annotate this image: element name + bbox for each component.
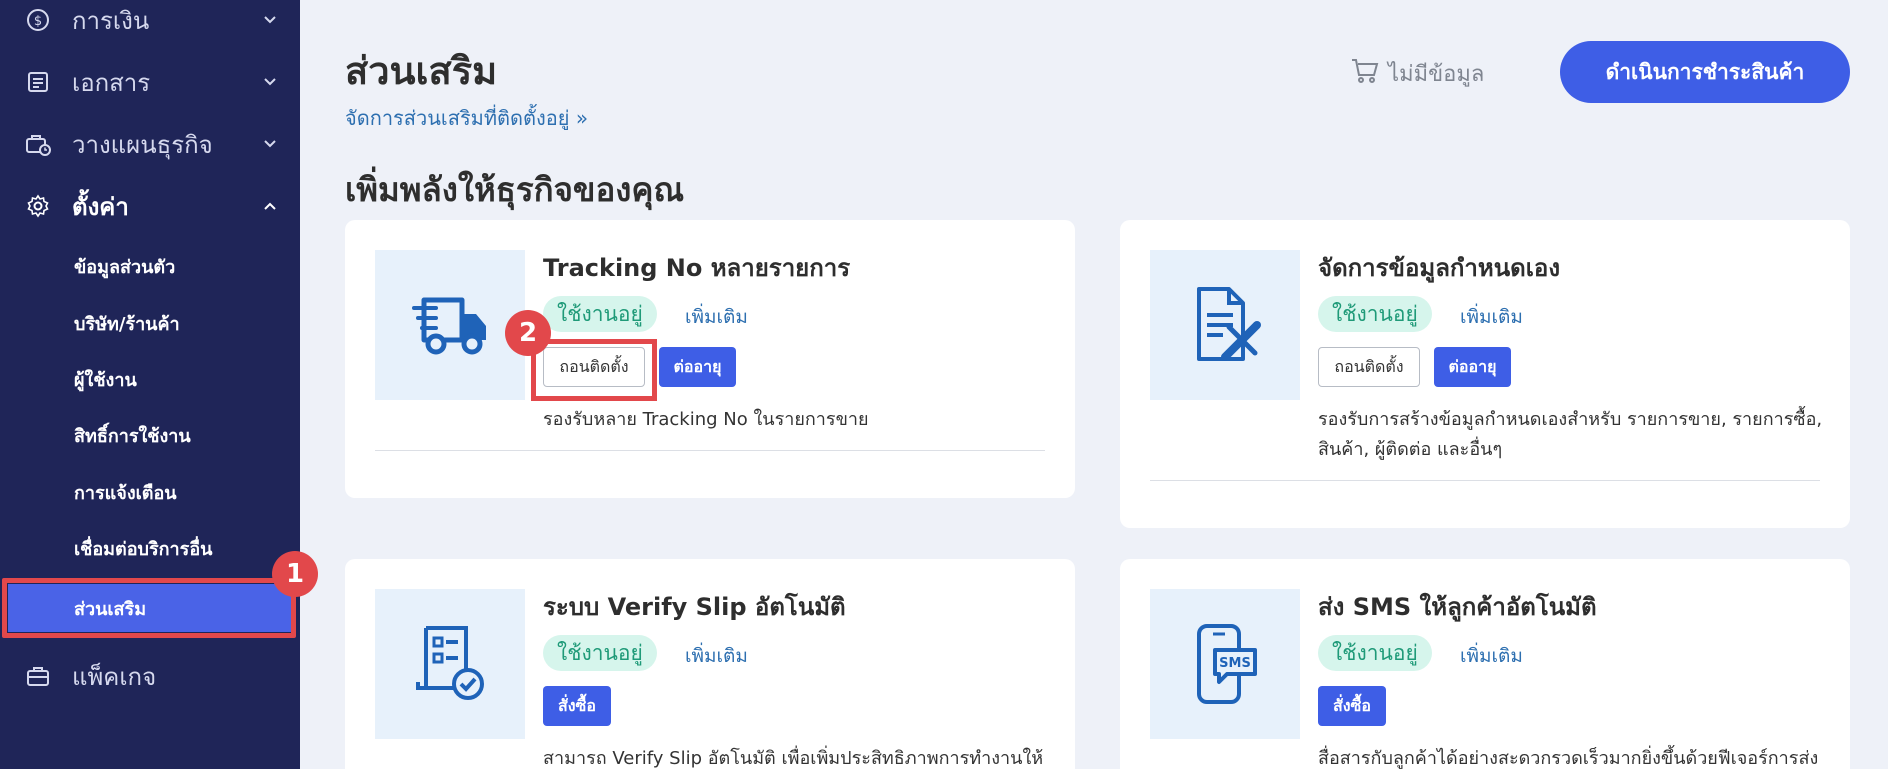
addon-title: Tracking No หลายรายการ — [543, 254, 851, 282]
truck-icon — [375, 250, 525, 400]
status-badge: ใช้งานอยู่ — [1318, 635, 1432, 671]
chevron-down-icon — [262, 74, 278, 90]
gear-icon — [24, 192, 52, 220]
cart[interactable]: ไม่มีข้อมูล — [1350, 56, 1484, 91]
more-link[interactable]: เพิ่มเติม — [685, 302, 748, 332]
order-button[interactable]: สั่งซื้อ — [1318, 686, 1386, 726]
nav-business-planning-label: วางแผนธุรกิจ — [72, 130, 213, 159]
more-link[interactable]: เพิ่มเติม — [1460, 302, 1523, 332]
addon-description: สามารถ Verify Slip อัตโนมัติ เพื่อเพิ่มป… — [543, 748, 1044, 769]
more-link[interactable]: เพิ่มเติม — [1460, 641, 1523, 671]
chevron-down-icon — [262, 12, 278, 28]
sidebar-item-users[interactable]: ผู้ใช้งาน — [0, 357, 300, 401]
divider — [1150, 480, 1820, 481]
nav-finance[interactable]: $ การเงิน — [0, 0, 300, 40]
addon-card-custom-data: จัดการข้อมูลกำหนดเอง ใช้งานอยู่ เพิ่มเติ… — [1120, 220, 1850, 528]
addon-card-sms: SMS ส่ง SMS ให้ลูกค้าอัตโนมัติ ใช้งานอยู… — [1120, 559, 1850, 769]
svg-text:SMS: SMS — [1219, 656, 1251, 671]
nav-finance-label: การเงิน — [72, 6, 150, 35]
checkout-button[interactable]: ดำเนินการชำระสินค้า — [1560, 41, 1850, 103]
nav-documents-label: เอกสาร — [72, 68, 151, 97]
receipt-check-icon — [375, 589, 525, 739]
renew-button[interactable]: ต่ออายุ — [1434, 347, 1511, 387]
addon-description: รองรับการสร้างข้อมูลกำหนดเองสำหรับ รายกา… — [1318, 409, 1823, 460]
phone-sms-icon: SMS — [1150, 589, 1300, 739]
sidebar-item-label: ผู้ใช้งาน — [74, 369, 137, 391]
sidebar-item-notifications[interactable]: การแจ้งเตือน — [0, 470, 300, 514]
nav-settings-label: ตั้งค่า — [72, 192, 129, 221]
sidebar-item-profile[interactable]: ข้อมูลส่วนตัว — [0, 244, 300, 288]
status-badge: ใช้งานอยู่ — [1318, 296, 1432, 332]
cart-label: ไม่มีข้อมูล — [1388, 62, 1485, 87]
document-edit-icon — [1150, 250, 1300, 400]
addon-card-tracking: Tracking No หลายรายการ ใช้งานอยู่ เพิ่มเ… — [345, 220, 1075, 498]
sidebar-item-permissions[interactable]: สิทธิ์การใช้งาน — [0, 413, 300, 457]
uninstall-button[interactable]: ถอนติดตั้ง — [1318, 347, 1420, 387]
addon-card-verify-slip: ระบบ Verify Slip อัตโนมัติ ใช้งานอยู่ เพ… — [345, 559, 1075, 769]
section-title: เพิ่มพลังให้ธุรกิจของคุณ — [345, 170, 685, 209]
status-badge: ใช้งานอยู่ — [543, 635, 657, 671]
sidebar-item-company[interactable]: บริษัท/ร้านค้า — [0, 301, 300, 345]
nav-package[interactable]: แพ็คเกจ — [0, 656, 300, 696]
briefcase-clock-icon — [24, 130, 52, 158]
nav-package-label: แพ็คเกจ — [72, 662, 157, 691]
highlight-outline-uninstall — [531, 339, 657, 401]
highlight-outline-addons — [2, 578, 296, 638]
chevron-down-icon — [262, 136, 278, 152]
svg-text:$: $ — [34, 14, 42, 29]
nav-documents[interactable]: เอกสาร — [0, 62, 300, 102]
chevron-up-icon — [262, 198, 278, 214]
renew-button[interactable]: ต่ออายุ — [659, 347, 736, 387]
nav-business-planning[interactable]: วางแผนธุรกิจ — [0, 124, 300, 164]
order-button[interactable]: สั่งซื้อ — [543, 686, 611, 726]
more-link[interactable]: เพิ่มเติม — [685, 641, 748, 671]
cart-icon — [1350, 57, 1380, 91]
document-icon — [24, 68, 52, 96]
sidebar-item-label: สิทธิ์การใช้งาน — [74, 425, 191, 447]
sidebar: $ การเงิน เอกสาร วางแผนธุรกิจ ตั้งค่า ข้… — [0, 0, 300, 769]
briefcase-icon — [24, 662, 52, 690]
addon-title: ระบบ Verify Slip อัตโนมัติ — [543, 593, 846, 621]
sidebar-item-label: บริษัท/ร้านค้า — [74, 313, 180, 335]
page-title: ส่วนเสริม — [345, 49, 498, 93]
addon-description: รองรับหลาย Tracking No ในรายการขาย — [543, 409, 869, 430]
sidebar-item-label: เชื่อมต่อบริการอื่น — [74, 538, 213, 560]
divider — [375, 450, 1045, 451]
sidebar-item-label: ข้อมูลส่วนตัว — [74, 256, 176, 278]
manage-installed-addons-link[interactable]: จัดการส่วนเสริมที่ติดตั้งอยู่ » — [345, 102, 588, 134]
addon-description: สื่อสารกับลูกค้าได้อย่างสะดวกรวดเร็วมากย… — [1318, 748, 1819, 769]
dollar-icon: $ — [24, 6, 52, 34]
nav-settings[interactable]: ตั้งค่า — [0, 186, 300, 226]
step-marker-2: 2 — [505, 310, 551, 356]
status-badge: ใช้งานอยู่ — [543, 296, 657, 332]
sidebar-item-label: การแจ้งเตือน — [74, 482, 177, 504]
sidebar-item-integrations[interactable]: เชื่อมต่อบริการอื่น — [0, 526, 300, 570]
addon-title: ส่ง SMS ให้ลูกค้าอัตโนมัติ — [1318, 593, 1597, 621]
addon-title: จัดการข้อมูลกำหนดเอง — [1318, 254, 1561, 282]
step-marker-1: 1 — [272, 551, 318, 597]
